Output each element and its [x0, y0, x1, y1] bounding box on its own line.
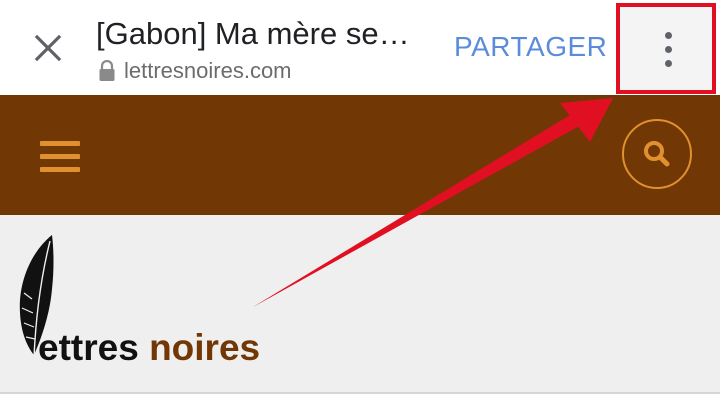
logo-text-black: ettres [38, 327, 150, 368]
share-button[interactable]: PARTAGER [454, 31, 607, 63]
site-header [0, 95, 720, 215]
search-icon [644, 141, 670, 167]
close-icon [34, 34, 62, 62]
url-row: lettresnoires.com [98, 58, 292, 84]
hamburger-menu-button[interactable] [40, 141, 80, 172]
site-logo-text[interactable]: ettres noires [38, 327, 260, 369]
url-text: lettresnoires.com [124, 58, 292, 83]
more-vertical-icon [665, 32, 672, 74]
site-logo-area: ettres noires [0, 215, 720, 392]
search-button[interactable] [622, 119, 692, 189]
close-button[interactable] [26, 26, 70, 70]
lock-icon [99, 60, 115, 81]
custom-tab-toolbar: [Gabon] Ma mère se… lettresnoires.com PA… [0, 0, 720, 95]
more-options-button[interactable] [616, 3, 716, 94]
page-title: [Gabon] Ma mère se… [96, 16, 410, 51]
logo-text-brown: noires [149, 327, 261, 368]
content-image-strip [0, 394, 720, 406]
